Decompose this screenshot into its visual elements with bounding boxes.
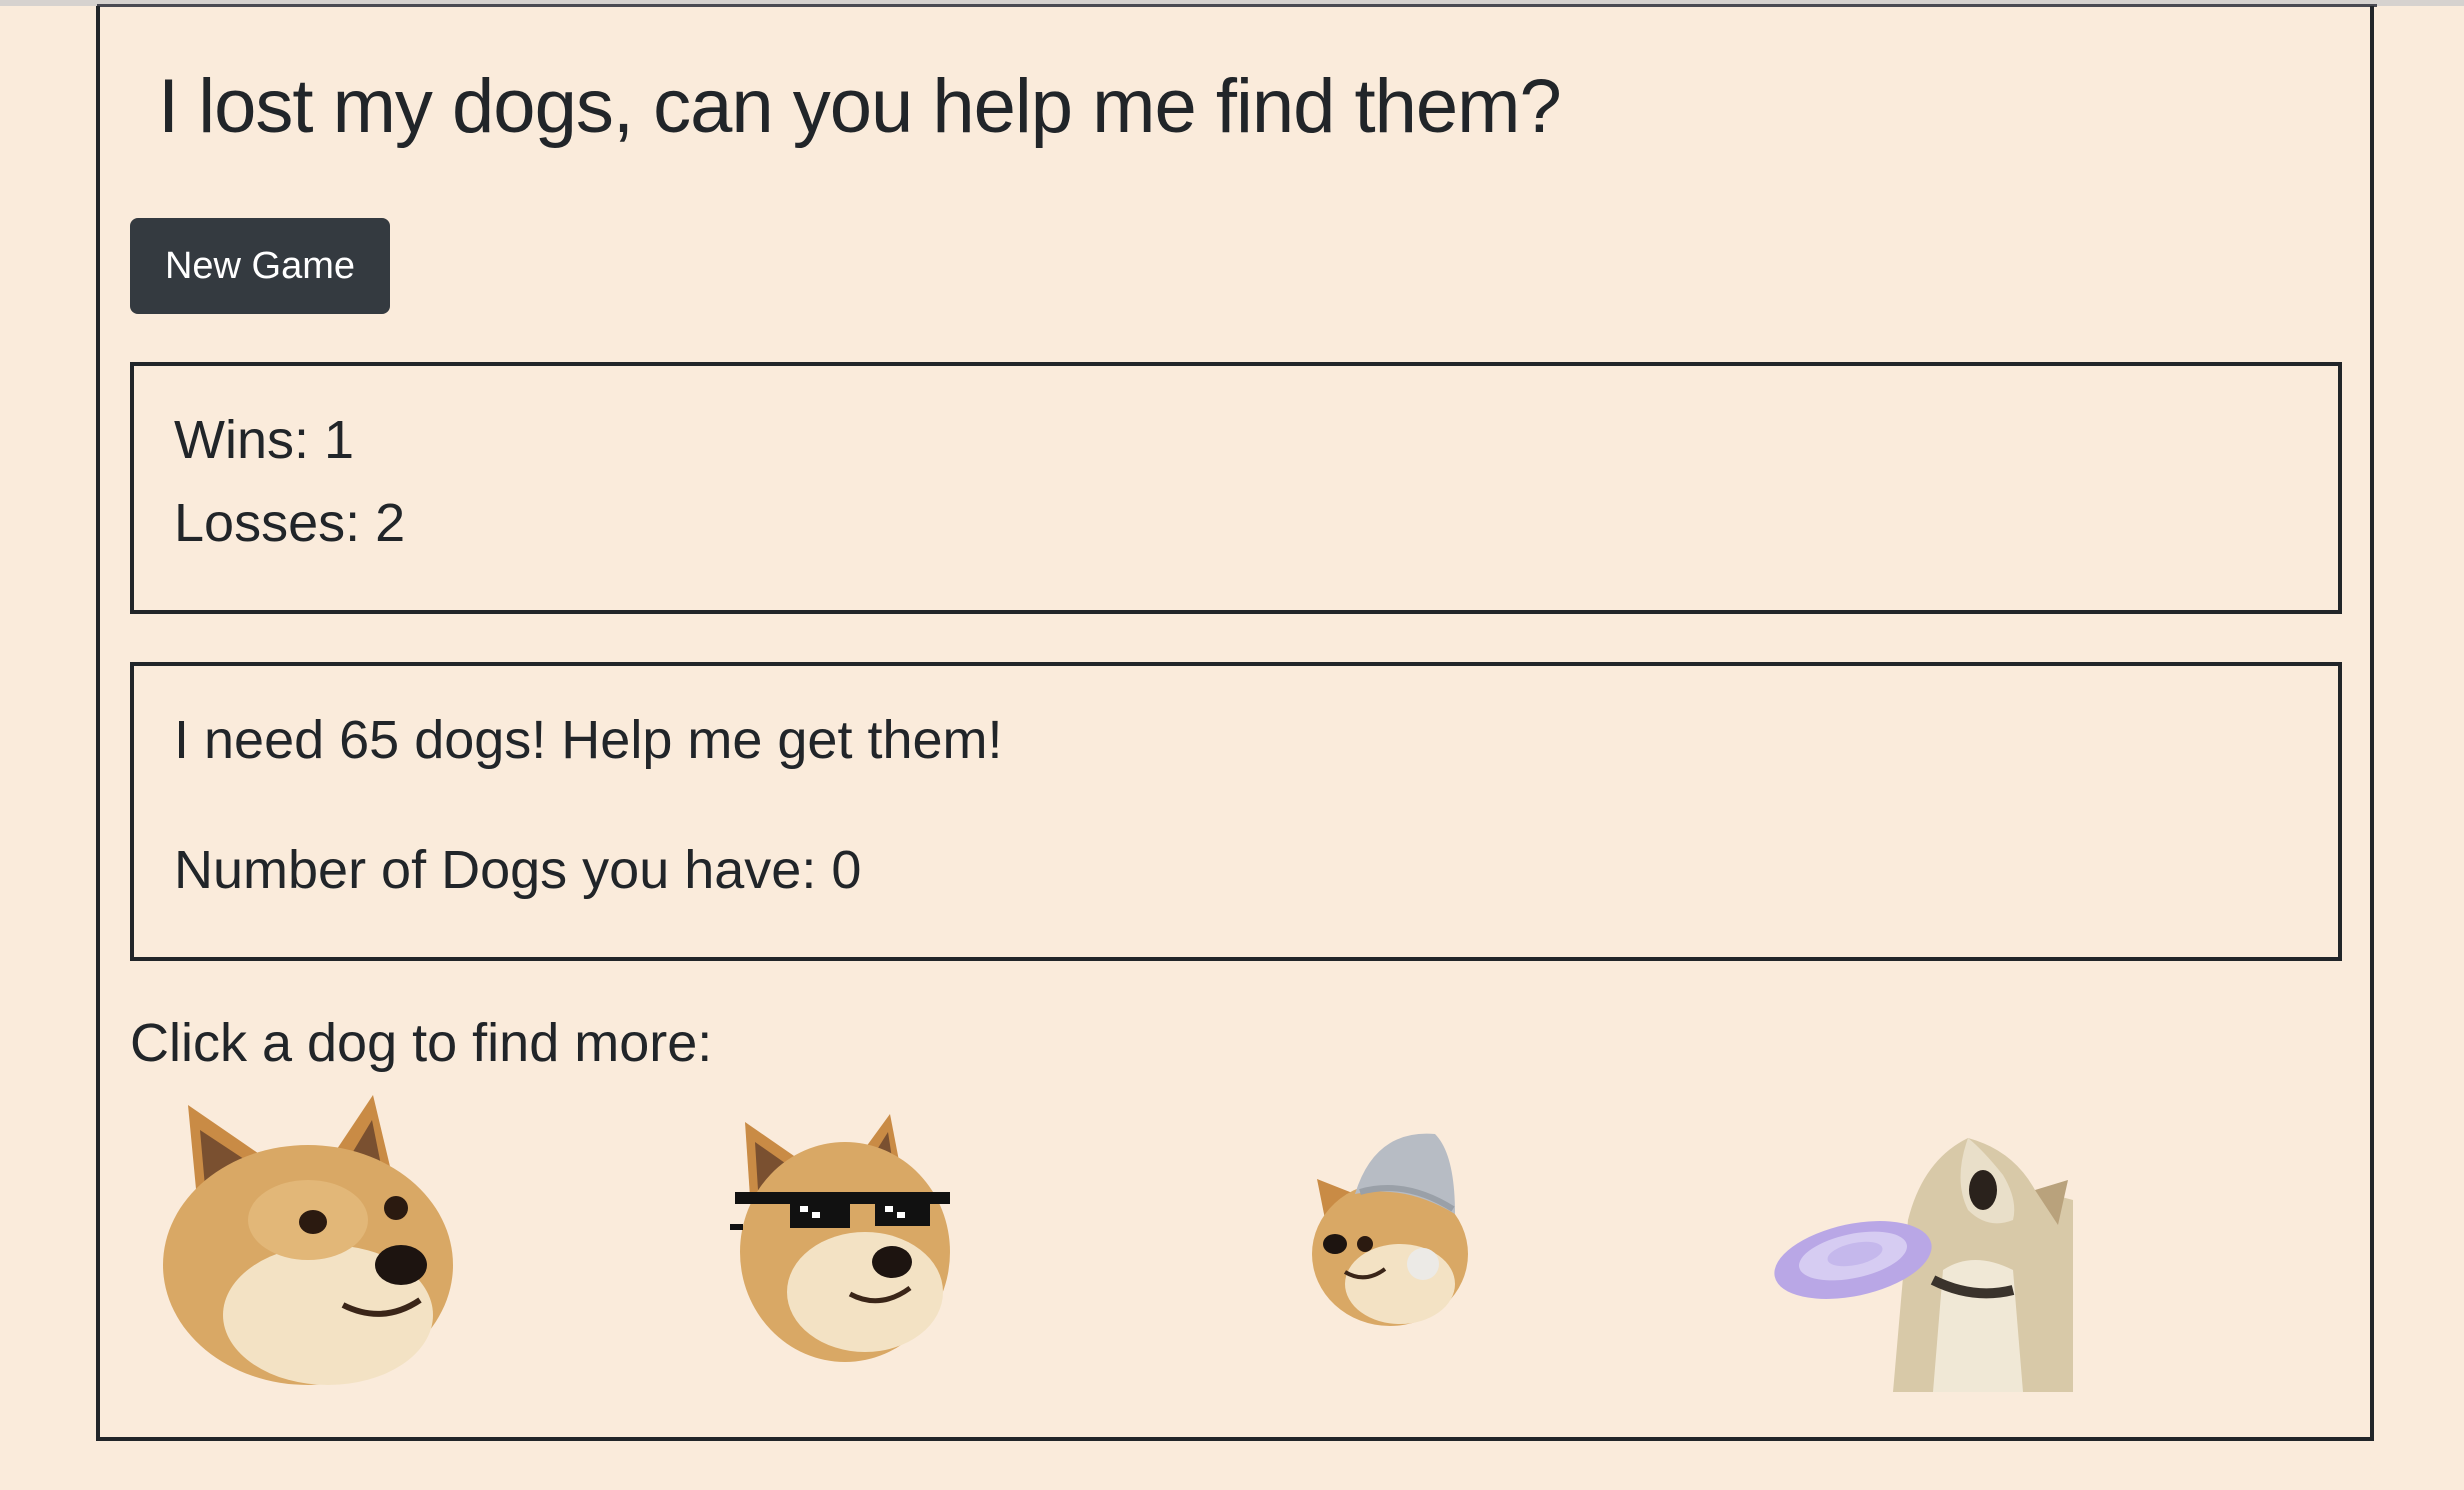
dog-button-dog-frisbee[interactable] bbox=[1773, 1130, 2078, 1392]
score-panel: Wins: 1 Losses: 2 bbox=[130, 362, 2342, 614]
losses-label: Losses: 2 bbox=[174, 493, 406, 553]
wins-label: Wins: 1 bbox=[174, 410, 355, 470]
page-title: I lost my dogs, can you help me find the… bbox=[158, 64, 1562, 149]
new-game-button[interactable]: New Game bbox=[130, 218, 390, 314]
dog-count-text: Number of Dogs you have: 0 bbox=[174, 840, 862, 900]
target-text: I need 65 dogs! Help me get them! bbox=[174, 710, 1003, 770]
dog-button-doge-sunglasses[interactable] bbox=[730, 1112, 960, 1372]
dog-button-doge-nightcap[interactable] bbox=[1305, 1124, 1485, 1334]
dog-button-doge[interactable] bbox=[158, 1090, 468, 1390]
goal-panel: I need 65 dogs! Help me get them! Number… bbox=[130, 662, 2342, 961]
click-prompt: Click a dog to find more: bbox=[130, 1013, 713, 1073]
